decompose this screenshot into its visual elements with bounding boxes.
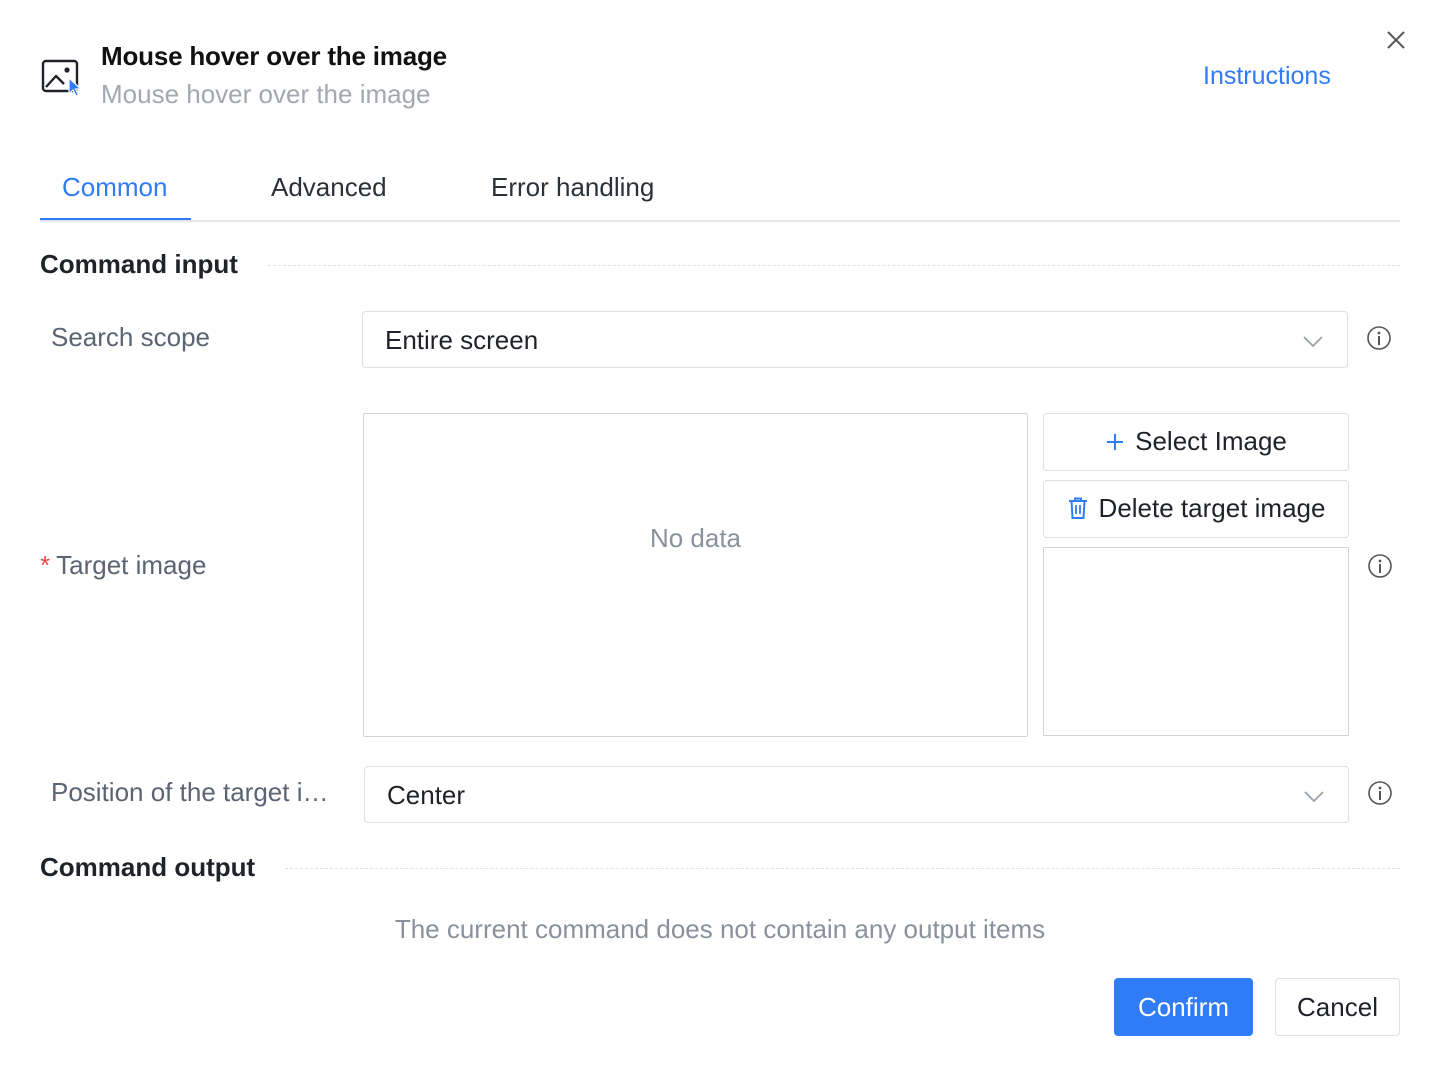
delete-target-image-button[interactable]: Delete target image [1043, 480, 1349, 538]
no-data-text: No data [649, 523, 742, 553]
target-image-label-text: Target image [56, 550, 207, 580]
tab-bar: Common Advanced Error handling [40, 160, 1400, 222]
mouse-hover-dialog: Mouse hover over the image Mouse hover o… [0, 0, 1440, 1076]
tab-common[interactable]: Common [62, 172, 167, 203]
close-icon[interactable] [1382, 26, 1410, 54]
image-preview [1043, 547, 1349, 736]
instructions-link[interactable]: Instructions [1203, 62, 1331, 91]
position-value: Center [387, 780, 466, 810]
position-select[interactable]: Center [364, 766, 1349, 823]
delete-target-image-label: Delete target image [1098, 493, 1326, 523]
tab-advanced[interactable]: Advanced [271, 172, 387, 203]
no-output-message: The current command does not contain any… [394, 914, 1046, 944]
dialog-title: Mouse hover over the image [101, 41, 447, 71]
cancel-button[interactable]: Cancel [1275, 978, 1400, 1036]
required-mark: * [40, 550, 51, 580]
target-image-label: * Target image [40, 550, 206, 581]
section-divider [285, 868, 1400, 869]
select-image-label: Select Image [1135, 426, 1287, 456]
target-image-area[interactable]: No data [363, 413, 1028, 737]
position-label: Position of the target i… [51, 777, 329, 807]
trash-icon [1067, 496, 1089, 527]
search-scope-value: Entire screen [385, 325, 539, 355]
confirm-button[interactable]: Confirm [1114, 978, 1253, 1036]
select-image-button[interactable]: Select Image [1043, 413, 1349, 471]
info-icon[interactable] [1366, 325, 1392, 351]
command-input-heading: Command input [40, 249, 238, 279]
info-icon[interactable] [1367, 553, 1393, 579]
image-cursor-icon [40, 56, 83, 98]
chevron-down-icon [1301, 330, 1325, 352]
active-tab-indicator [40, 218, 191, 220]
search-scope-label: Search scope [51, 322, 210, 352]
chevron-down-icon [1302, 785, 1326, 807]
tab-error-handling[interactable]: Error handling [491, 172, 654, 203]
info-icon[interactable] [1367, 780, 1393, 806]
plus-icon [1105, 428, 1125, 459]
dialog-subtitle: Mouse hover over the image [101, 79, 431, 109]
section-divider [268, 265, 1400, 266]
command-output-heading: Command output [40, 852, 256, 882]
search-scope-select[interactable]: Entire screen [362, 311, 1348, 368]
